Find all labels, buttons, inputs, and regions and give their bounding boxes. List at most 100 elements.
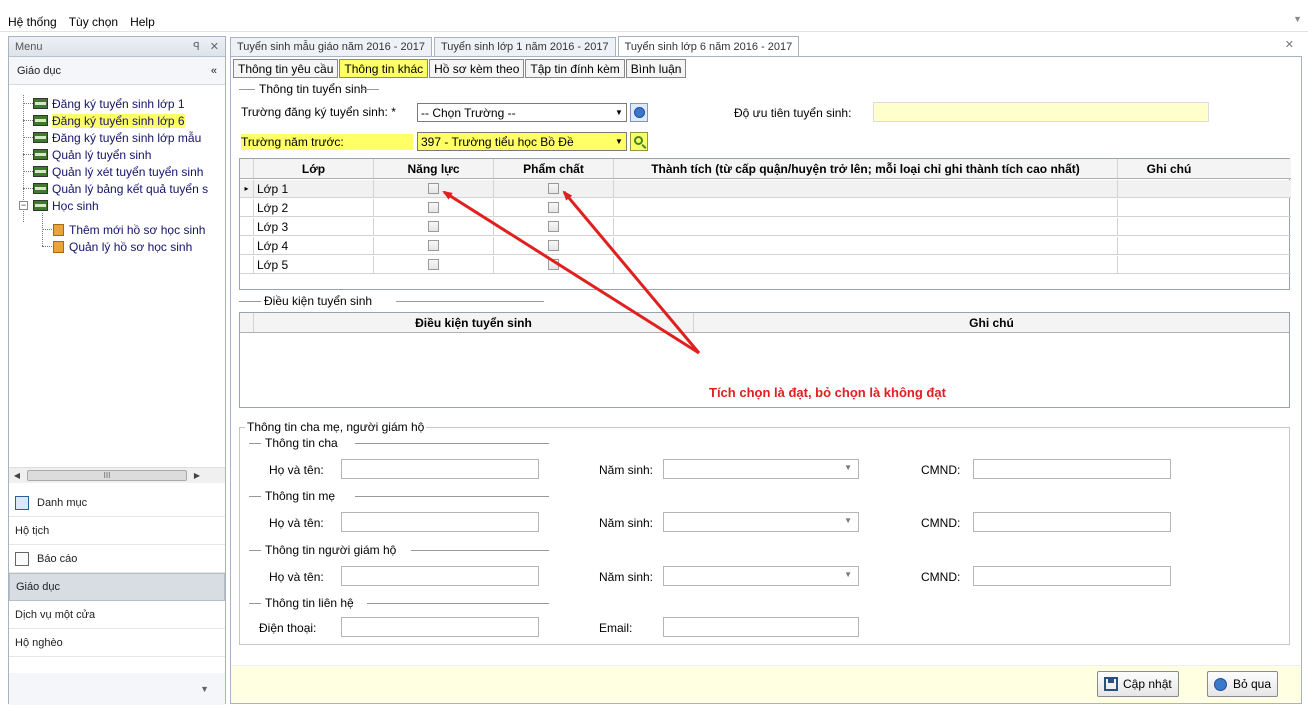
nav-ho-tich[interactable]: Hộ tịch	[9, 517, 225, 545]
chevron-down-icon[interactable]: ▼	[200, 684, 209, 694]
pham-chat-checkbox[interactable]	[548, 183, 559, 194]
nav-giao-duc[interactable]: Giáo dục	[9, 573, 225, 601]
nav-bao-cao[interactable]: Báo cáo	[9, 545, 225, 573]
guardian-name-input[interactable]	[341, 566, 539, 586]
tree-item[interactable]: Quản lý bảng kết quả tuyển s	[33, 181, 208, 196]
father-id-input[interactable]	[973, 459, 1171, 479]
cell-nang-luc	[374, 256, 494, 273]
pham-chat-checkbox[interactable]	[548, 202, 559, 213]
nang-luc-checkbox[interactable]	[428, 202, 439, 213]
col-nang-luc[interactable]: Năng lực	[374, 159, 494, 178]
menu-help[interactable]: Help	[130, 15, 155, 29]
cell-ghi-chu[interactable]	[1118, 256, 1220, 273]
tree-item[interactable]: Đăng ký tuyển sinh lớp mẫu	[33, 130, 201, 145]
chevron-down-icon[interactable]: ▼	[844, 516, 852, 525]
tab-lop-1[interactable]: Tuyển sinh lớp 1 năm 2016 - 2017	[433, 37, 616, 56]
sidebar-section-header[interactable]: Giáo dục «	[9, 57, 225, 85]
cancel-icon	[1214, 677, 1227, 691]
cell-ghi-chu[interactable]	[1118, 199, 1220, 216]
search-school-button[interactable]	[630, 132, 648, 151]
tab-mau-giao[interactable]: Tuyển sinh mẫu giáo năm 2016 - 2017	[230, 37, 432, 56]
nang-luc-checkbox[interactable]	[428, 221, 439, 232]
tab-thong-tin-khac[interactable]: Thông tin khác	[339, 59, 429, 78]
menu-he-thong[interactable]: Hệ thống	[8, 15, 57, 29]
cell-ghi-chu[interactable]	[1118, 180, 1220, 197]
nang-luc-checkbox[interactable]	[428, 240, 439, 251]
tab-ho-so-kem-theo[interactable]: Hồ sơ kèm theo	[429, 59, 525, 78]
cell-thanh-tich[interactable]	[614, 199, 1118, 216]
cell-nang-luc	[374, 199, 494, 216]
father-birth-select[interactable]: ▼	[663, 459, 859, 479]
nav-dich-vu-mot-cua[interactable]: Dịch vụ một cửa	[9, 601, 225, 629]
table-row[interactable]: ▸ Lớp 1	[240, 180, 1291, 198]
pin-icon[interactable]: ꟼ	[193, 40, 200, 53]
scroll-left-icon[interactable]: ◀	[9, 468, 25, 484]
col-thanh-tich[interactable]: Thành tích (từ cấp quận/huyện trở lên; m…	[614, 159, 1118, 178]
tree-item[interactable]: Quản lý tuyển sinh	[33, 147, 151, 162]
cell-thanh-tich[interactable]	[614, 218, 1118, 235]
nav-danh-muc[interactable]: Danh mục	[9, 489, 225, 517]
save-button[interactable]: Cập nhật	[1097, 671, 1179, 697]
nav-ho-ngheo[interactable]: Hộ nghèo	[9, 629, 225, 657]
cell-ghi-chu[interactable]	[1118, 237, 1220, 254]
guardian-birth-select[interactable]: ▼	[663, 566, 859, 586]
menubar-chevron-down-icon[interactable]: ▼	[1293, 14, 1302, 24]
scroll-thumb[interactable]: III	[27, 470, 187, 481]
priority-input[interactable]	[873, 102, 1209, 122]
cell-thanh-tich[interactable]	[614, 256, 1118, 273]
col-ghi-chu[interactable]: Ghi chú	[1118, 159, 1220, 178]
pham-chat-checkbox[interactable]	[548, 221, 559, 232]
col-lop[interactable]: Lớp	[254, 159, 374, 178]
tree-item-group[interactable]: Học sinh	[33, 198, 99, 213]
school-select[interactable]: -- Chọn Trường -- ▼	[417, 103, 627, 122]
tab-tap-tin-dinh-kem[interactable]: Tập tin đính kèm	[525, 59, 625, 78]
mother-id-input[interactable]	[973, 512, 1171, 532]
chevron-down-icon[interactable]: ▼	[844, 463, 852, 472]
sidebar-horizontal-scrollbar[interactable]: ◀ III ▶	[9, 467, 225, 483]
mother-name-input[interactable]	[341, 512, 539, 532]
cell-ghi-chu[interactable]	[1118, 218, 1220, 235]
email-input[interactable]	[663, 617, 859, 637]
tree-item[interactable]: Thêm mới hồ sơ học sinh	[53, 222, 205, 237]
chevron-down-icon[interactable]: ▼	[612, 133, 626, 150]
close-tab-icon[interactable]: ✕	[1285, 38, 1294, 51]
prev-school-select[interactable]: 397 - Trường tiểu học Bồ Đề ▼	[417, 132, 627, 151]
menu-tuy-chon[interactable]: Tùy chọn	[69, 15, 118, 29]
table-row[interactable]: Lớp 3	[240, 218, 1291, 236]
tree-item-selected[interactable]: Đăng ký tuyển sinh lớp 6	[33, 113, 185, 128]
refresh-button[interactable]	[630, 103, 648, 122]
tab-lop-6[interactable]: Tuyển sinh lớp 6 năm 2016 - 2017	[617, 36, 800, 56]
cell-thanh-tich[interactable]	[614, 180, 1118, 197]
nav-label: Danh mục	[37, 496, 88, 509]
nav-overflow[interactable]: ▼	[9, 673, 225, 705]
cell-thanh-tich[interactable]	[614, 237, 1118, 254]
tree-expander-icon[interactable]: −	[19, 201, 28, 210]
col-dieu-kien[interactable]: Điều kiện tuyển sinh	[254, 313, 694, 332]
close-icon[interactable]: ✕	[210, 40, 219, 53]
tree-item[interactable]: Quản lý xét tuyển tuyển sinh	[33, 164, 203, 179]
col-pham-chat[interactable]: Phẩm chất	[494, 159, 614, 178]
table-row[interactable]: Lớp 2	[240, 199, 1291, 217]
tree-item-label: Quản lý bảng kết quả tuyển s	[52, 181, 209, 196]
nang-luc-checkbox[interactable]	[428, 183, 439, 194]
col-ghi-chu[interactable]: Ghi chú	[694, 313, 1289, 332]
phone-input[interactable]	[341, 617, 539, 637]
pham-chat-checkbox[interactable]	[548, 259, 559, 270]
chevron-down-icon[interactable]: ▼	[844, 570, 852, 579]
table-row[interactable]: Lớp 5	[240, 256, 1291, 274]
nang-luc-checkbox[interactable]	[428, 259, 439, 270]
guardian-id-input[interactable]	[973, 566, 1171, 586]
cancel-button[interactable]: Bỏ qua	[1207, 671, 1279, 697]
pham-chat-checkbox[interactable]	[548, 240, 559, 251]
father-name-input[interactable]	[341, 459, 539, 479]
chevron-down-icon[interactable]: ▼	[612, 104, 626, 121]
table-row[interactable]: Lớp 4	[240, 237, 1291, 255]
father-legend: Thông tin cha	[263, 436, 340, 450]
collapse-icon[interactable]: «	[211, 65, 217, 77]
mother-birth-select[interactable]: ▼	[663, 512, 859, 532]
tree-item[interactable]: Đăng ký tuyển sinh lớp 1	[33, 96, 185, 111]
tab-binh-luan[interactable]: Bình luận	[625, 59, 687, 78]
tree-item[interactable]: Quản lý hồ sơ học sinh	[53, 239, 192, 254]
tab-thong-tin-yeu-cau[interactable]: Thông tin yêu cầu	[233, 59, 339, 78]
scroll-right-icon[interactable]: ▶	[189, 468, 205, 484]
